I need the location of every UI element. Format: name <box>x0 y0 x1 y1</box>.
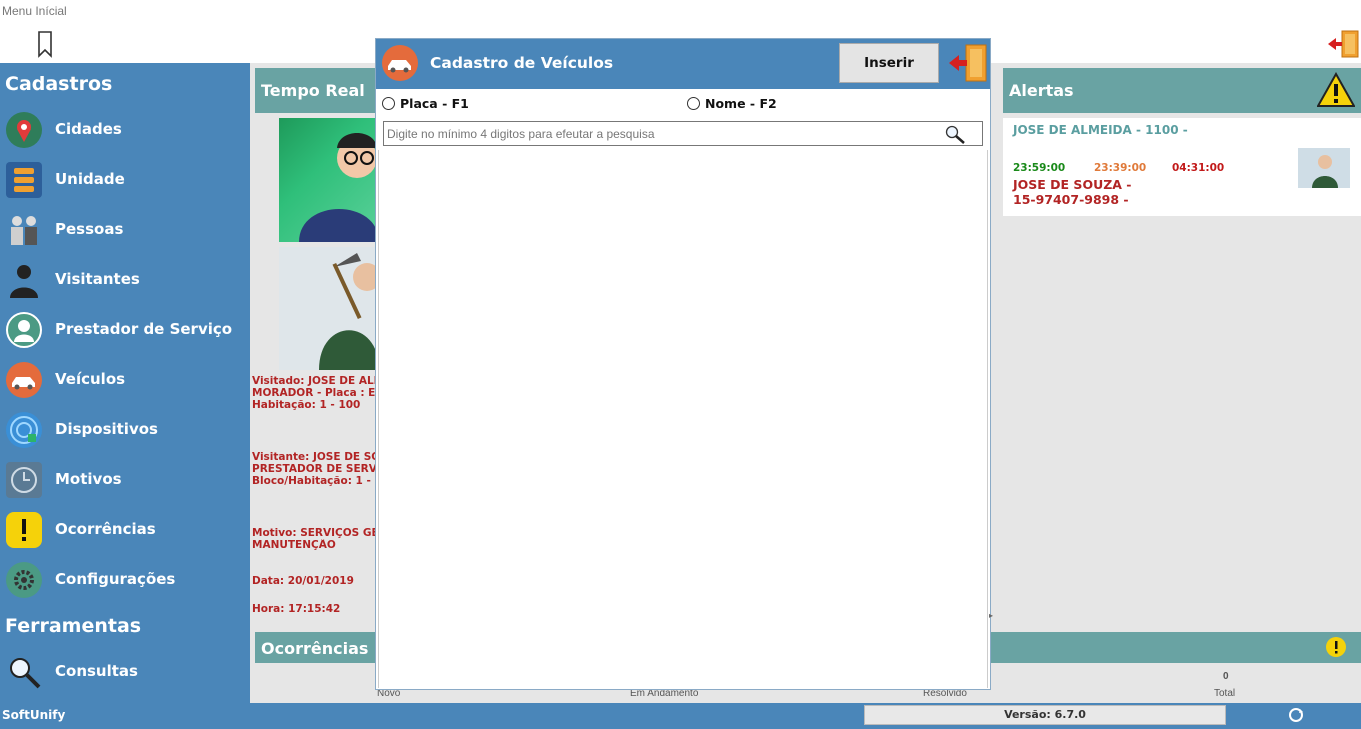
sidebar-item-label: Consultas <box>55 662 138 680</box>
sidebar-item-motivos[interactable]: Motivos <box>0 458 250 502</box>
sidebar-item-label: Ocorrências <box>55 520 156 538</box>
stat-total-label: Total <box>1214 688 1236 699</box>
visitor-line: PRESTADOR DE SERVIÇO <box>252 463 376 475</box>
sidebar-item-ocorrencias[interactable]: Ocorrências <box>0 508 250 552</box>
alerts-title: Alertas <box>1009 81 1074 100</box>
warning-icon <box>1326 637 1346 657</box>
sidebar-item-cidades[interactable]: Cidades <box>0 108 250 152</box>
alerts-header: Alertas <box>1003 68 1361 113</box>
exit-door-icon[interactable] <box>1326 30 1360 58</box>
sidebar-item-unidade[interactable]: Unidade <box>0 158 250 202</box>
worker-icon <box>6 312 42 348</box>
sidebar-item-prestador[interactable]: Prestador de Serviço <box>0 308 250 352</box>
sidebar-item-pessoas[interactable]: Pessoas <box>0 208 250 252</box>
reason-line: Motivo: SERVIÇOS GERAIS <box>252 527 376 539</box>
radio-button[interactable] <box>382 97 395 110</box>
alert-photo <box>1298 148 1350 188</box>
sidebar-item-consultas[interactable]: Consultas <box>0 650 250 694</box>
warning-icon <box>6 512 42 548</box>
time-line: Hora: 17:15:42 <box>252 603 341 615</box>
sidebar-item-configuracoes[interactable]: Configurações <box>0 558 250 602</box>
sidebar-item-label: Dispositivos <box>55 420 158 438</box>
map-pin-icon <box>6 112 42 148</box>
sidebar-item-veiculos[interactable]: Veículos <box>0 358 250 402</box>
radio-plate-label: Placa - F1 <box>400 96 469 111</box>
dialog-title: Cadastro de Veículos <box>430 54 614 72</box>
version-label: Versão: 6.7.0 <box>864 705 1226 725</box>
sidebar-item-label: Prestador de Serviço <box>55 320 233 338</box>
insert-button[interactable]: Inserir <box>839 43 939 83</box>
visited-photo <box>279 118 379 242</box>
sidebar-item-label: Unidade <box>55 170 125 188</box>
splitter-arrow-icon[interactable]: ▸ <box>989 611 997 623</box>
sidebar-item-label: Motivos <box>55 470 122 488</box>
visitor-line: Bloco/Habitação: 1 - 100 <box>252 475 376 487</box>
visitor-line: Visitante: JOSE DE SOUZA <box>252 451 376 463</box>
window-title: Menu Inícial <box>2 4 67 18</box>
sidebar-item-label: Configurações <box>55 570 176 588</box>
person-icon <box>6 262 42 298</box>
alert-person-name: JOSE DE SOUZA - <box>1013 177 1132 192</box>
sidebar-item-label: Pessoas <box>55 220 124 238</box>
close-door-icon[interactable] <box>948 43 988 83</box>
alert-time-green: 23:59:00 <box>1013 162 1066 174</box>
visited-line: MORADOR - Placa : EEE <box>252 387 376 399</box>
gear-icon <box>6 562 42 598</box>
sidebar-item-label: Visitantes <box>55 270 140 288</box>
sidebar-item-label: Veículos <box>55 370 126 388</box>
visited-line: Visitado: JOSE DE ALMEIDA <box>252 375 376 387</box>
sidebar: Cadastros Cidades Unidade Pessoas Visita… <box>0 63 250 703</box>
search-icon[interactable] <box>944 124 966 144</box>
realtime-title: Tempo Real <box>261 81 365 100</box>
building-icon <box>6 162 42 198</box>
alert-person: JOSE DE SOUZA - 15-97407-9898 - <box>1013 177 1132 207</box>
sidebar-item-label: Cidades <box>55 120 122 138</box>
sidebar-item-dispositivos[interactable]: Dispositivos <box>0 408 250 452</box>
car-icon <box>6 362 42 398</box>
visited-line: Habitação: 1 - 100 <box>252 399 361 411</box>
results-list[interactable] <box>378 150 988 688</box>
reason-line: MANUTENÇÃO <box>252 539 336 551</box>
sidebar-item-visitantes[interactable]: Visitantes <box>0 258 250 302</box>
magnifier-icon <box>6 654 42 690</box>
people-icon <box>6 212 42 248</box>
realtime-header: Tempo Real <box>255 68 380 113</box>
stat-total-value: 0 <box>1223 671 1229 682</box>
warning-triangle-icon <box>1317 72 1355 107</box>
section-ferramentas-title: Ferramentas <box>5 615 142 637</box>
alert-time-orange: 23:39:00 <box>1094 162 1147 174</box>
search-input[interactable] <box>383 121 983 146</box>
clock-icon <box>6 462 42 498</box>
section-cadastros-title: Cadastros <box>5 73 113 95</box>
radar-icon <box>6 412 42 448</box>
radio-button[interactable] <box>687 97 700 110</box>
brand-label: SoftUnify <box>2 708 66 722</box>
car-icon <box>382 45 418 81</box>
visitor-photo <box>279 247 379 370</box>
alert-name: JOSE DE ALMEIDA - 1100 - <box>1013 123 1188 137</box>
radio-name-label: Nome - F2 <box>705 96 777 111</box>
date-line: Data: 20/01/2019 <box>252 575 354 587</box>
refresh-icon[interactable] <box>1286 706 1306 724</box>
bookmark-icon[interactable] <box>36 30 54 58</box>
alert-time-red: 04:31:00 <box>1172 162 1225 174</box>
occurrences-title: Ocorrências <box>261 639 369 658</box>
alert-person-phone: 15-97407-9898 - <box>1013 192 1129 207</box>
